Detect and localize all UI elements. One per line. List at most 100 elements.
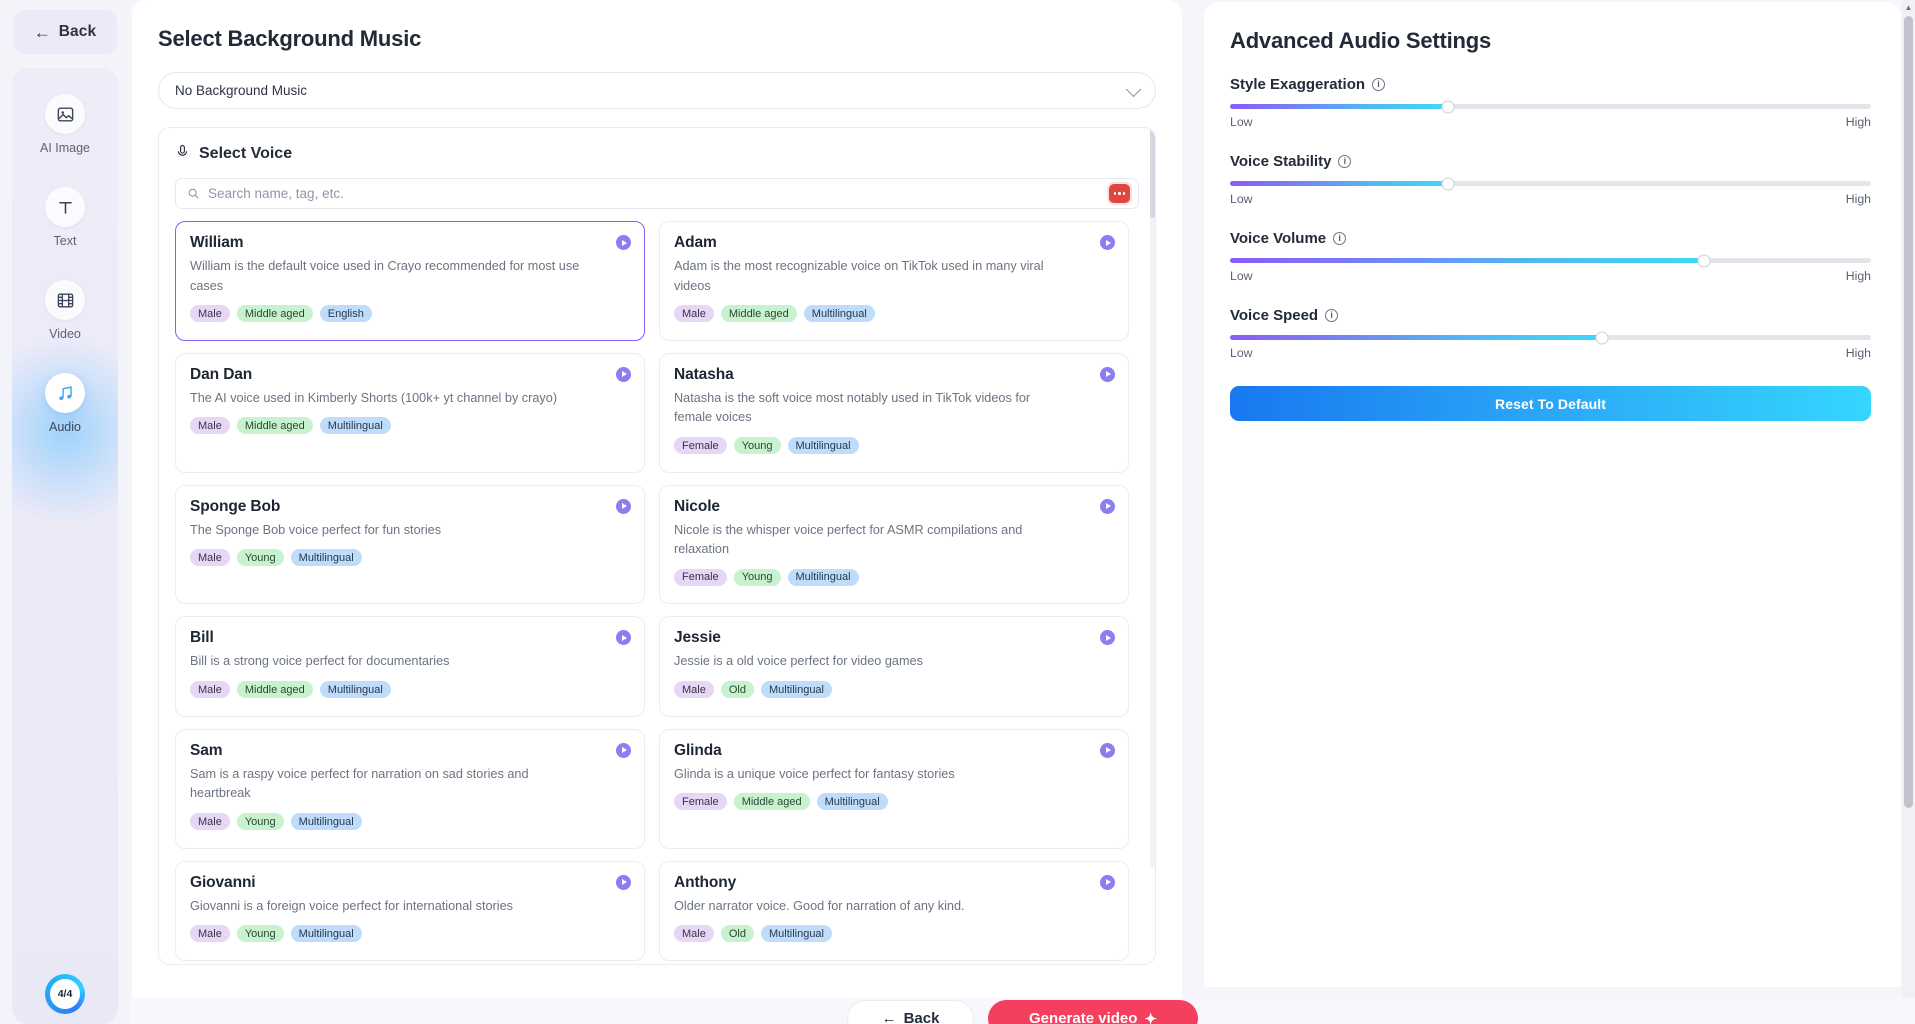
voice-card[interactable]: Sam Sam is a raspy voice perfect for narr… — [175, 728, 645, 849]
voice-tag: Middle aged — [236, 417, 313, 435]
play-preview-button[interactable] — [616, 366, 631, 382]
sidebar-item-video[interactable]: Video — [12, 280, 118, 341]
voice-tag: Male — [190, 305, 230, 323]
voice-name: William — [190, 234, 244, 251]
slider-knob[interactable] — [1595, 331, 1609, 344]
arrow-left-icon: ← — [881, 1010, 897, 1024]
slider-knob[interactable] — [1441, 177, 1455, 190]
record-button[interactable] — [1109, 184, 1130, 203]
search-icon — [187, 187, 200, 200]
page-scrollbar[interactable]: ▲ ▼ — [1902, 0, 1915, 1024]
voice-card[interactable]: Adam Adam is the most recognizable voice … — [659, 221, 1129, 341]
voice-tag: Middle aged — [236, 305, 313, 323]
sliders-container: Style Exaggeration i Low High Voice Stab… — [1230, 76, 1871, 360]
slider-track[interactable] — [1230, 100, 1871, 113]
voice-search-row[interactable] — [175, 178, 1139, 209]
info-icon[interactable]: i — [1372, 78, 1386, 91]
play-preview-button[interactable] — [616, 235, 631, 250]
footer-back-label: Back — [903, 1010, 940, 1024]
voice-name: Sponge Bob — [190, 497, 281, 515]
voice-card[interactable]: Anthony Older narrator voice. Good for na… — [659, 860, 1129, 961]
voice-card[interactable]: Bill Bill is a strong voice perfect for d… — [175, 616, 645, 717]
scroll-up-arrow[interactable]: ▲ — [1902, 0, 1915, 14]
voice-description: Nicole is the whisper voice perfect for … — [674, 522, 1023, 557]
settings-title: Advanced Audio Settings — [1230, 28, 1492, 53]
voice-card[interactable]: Jessie Jessie is a old voice perfect for … — [659, 616, 1129, 717]
play-preview-button[interactable] — [1100, 366, 1115, 382]
slider-track[interactable] — [1230, 254, 1871, 267]
back-button[interactable]: ← Back — [13, 10, 117, 54]
info-icon[interactable]: i — [1325, 309, 1339, 322]
voice-tags: Female Young Multilingual — [674, 437, 1114, 455]
voice-name: Nicole — [674, 497, 720, 515]
voice-tag: Male — [674, 925, 714, 943]
voice-card-grid: William William is the default voice used… — [175, 221, 1139, 961]
voice-card[interactable]: Giovanni Giovanni is a foreign voice perf… — [175, 860, 645, 961]
play-preview-button[interactable] — [1100, 498, 1115, 514]
sidebar-item-ai-image[interactable]: AI Image — [12, 94, 118, 155]
info-icon[interactable]: i — [1338, 155, 1352, 168]
step-progress-badge: 4/4 — [0, 974, 130, 1014]
voice-name: Anthony — [674, 873, 737, 891]
voice-card[interactable]: Dan Dan The AI voice used in Kimberly Sho… — [175, 352, 645, 473]
voice-tag: Male — [190, 681, 230, 699]
voice-name: Dan Dan — [190, 365, 253, 383]
voice-tag: Multilingual — [787, 568, 859, 586]
play-preview-button[interactable] — [1100, 874, 1115, 890]
background-music-value: No Background Music — [175, 83, 308, 98]
voice-name: Natasha — [674, 365, 734, 383]
play-preview-button[interactable] — [616, 498, 631, 514]
voice-card[interactable]: Natasha Natasha is the soft voice most no… — [659, 352, 1129, 473]
voice-name: Jessie — [674, 629, 721, 647]
voice-tag: Multilingual — [290, 813, 362, 831]
scrollbar-thumb[interactable] — [1904, 16, 1913, 808]
voice-description: The AI voice used in Kimberly Shorts (10… — [190, 390, 558, 405]
setting-slider-block: Style Exaggeration i Low High — [1230, 76, 1871, 129]
sidebar-item-label: Video — [49, 327, 81, 341]
voice-tag: Male — [190, 925, 230, 943]
settings-panel-wrap: Advanced Audio Settings Style Exaggerati… — [1182, 0, 1915, 1024]
slider-min-label: Low — [1230, 269, 1253, 283]
voice-card[interactable]: Nicole Nicole is the whisper voice perfec… — [659, 484, 1129, 605]
voice-tags: Male Old Multilingual — [674, 681, 1114, 699]
voice-tag: Middle aged — [733, 793, 810, 811]
text-icon — [45, 187, 85, 227]
page-title: Select Background Music — [158, 26, 422, 51]
voice-card[interactable]: Sponge Bob The Sponge Bob voice perfect f… — [175, 484, 645, 605]
reset-to-default-button[interactable]: Reset To Default — [1230, 386, 1871, 421]
voice-name: Adam — [674, 234, 717, 251]
voice-list-scrollbar[interactable] — [1150, 128, 1155, 868]
microphone-icon — [175, 144, 190, 164]
voice-name: Glinda — [674, 741, 722, 759]
main-panel: Select Background Music No Background Mu… — [132, 0, 1182, 1024]
voice-tag: Male — [190, 813, 230, 831]
voice-tag: Multilingual — [760, 925, 832, 943]
slider-track[interactable] — [1230, 331, 1871, 344]
slider-knob[interactable] — [1697, 254, 1711, 267]
play-preview-button[interactable] — [1100, 235, 1115, 250]
play-preview-button[interactable] — [616, 874, 631, 890]
sidebar-item-audio[interactable]: Audio — [12, 373, 118, 434]
setting-slider-block: Voice Speed i Low High — [1230, 307, 1871, 360]
voice-tag: Middle aged — [720, 305, 797, 323]
voice-name: Giovanni — [190, 873, 256, 891]
voice-tag: Multilingual — [760, 681, 832, 699]
voice-tags: Male Old Multilingual — [674, 925, 1114, 943]
sidebar-item-text[interactable]: Text — [12, 187, 118, 248]
slider-scale: Low High — [1230, 269, 1871, 283]
play-preview-button[interactable] — [616, 742, 631, 758]
info-icon[interactable]: i — [1333, 232, 1347, 245]
voice-tag: Multilingual — [803, 305, 875, 323]
left-rail: ← Back AI Image Text Video Audio 4/4 — [0, 0, 130, 1024]
generate-video-button[interactable]: Generate video ✦ — [988, 1000, 1198, 1024]
voice-card[interactable]: Glinda Glinda is a unique voice perfect f… — [659, 728, 1129, 849]
background-music-select[interactable]: No Background Music — [158, 72, 1156, 109]
footer-back-button[interactable]: ← Back — [847, 1000, 974, 1024]
slider-track[interactable] — [1230, 177, 1871, 190]
play-preview-button[interactable] — [1100, 742, 1115, 758]
search-input[interactable] — [208, 186, 1109, 201]
slider-knob[interactable] — [1441, 100, 1455, 113]
voice-card[interactable]: William William is the default voice used… — [175, 221, 645, 341]
voice-section-header: Select Voice — [175, 144, 1139, 164]
voice-tag: Male — [190, 549, 230, 567]
